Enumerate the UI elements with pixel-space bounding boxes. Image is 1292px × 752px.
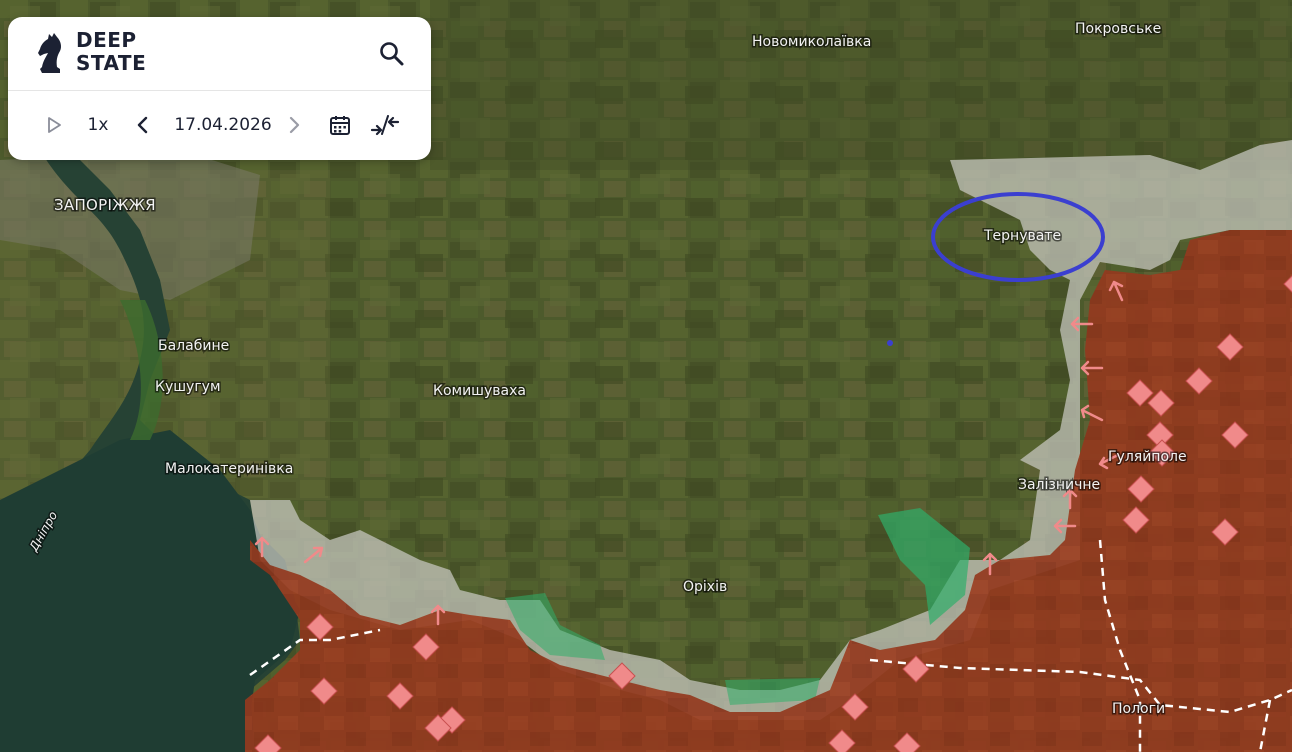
playback-speed-button[interactable]: 1x [86,111,110,139]
collapse-arrows-icon [370,115,400,136]
chevron-left-icon [137,116,148,134]
previous-date-button[interactable] [134,111,152,139]
search-icon [380,42,404,66]
terrain-north-tint [430,0,1292,170]
place-label-komyshuvakha: Комишуваха [433,383,526,399]
place-label-novomykolaivka: Новомиколаївка [752,34,871,50]
search-button[interactable] [379,41,405,67]
calendar-icon [330,116,350,135]
place-label-huliaipole: Гуляйполе [1108,449,1187,465]
brand-line-2: STATE [76,51,147,75]
next-date-button[interactable] [285,111,303,139]
compare-button[interactable] [370,111,400,139]
place-label-kushuhum: Кушугум [155,379,221,395]
timeline-controls: 1x 17.04.2026 [8,91,431,160]
brand-line-1: DEEP [76,28,137,52]
panel-header: DEEP STATE [8,17,431,91]
place-label-ternuvate: Тернувате [983,228,1061,244]
brand-name: DEEP STATE [76,29,146,75]
location-dot [887,340,893,346]
calendar-button[interactable] [328,111,352,139]
deepstate-logo[interactable]: DEEP STATE [36,29,146,79]
play-icon [48,117,61,133]
place-label-zaliznychne: Залізничне [1018,477,1100,493]
place-label-orikhiv: Оріхів [683,579,727,595]
place-label-pokrovske: Покровське [1075,21,1161,37]
place-label-malokaterynivka: Малокатеринівка [165,461,293,477]
place-label-balabyne: Балабине [158,338,229,354]
current-date[interactable]: 17.04.2026 [171,111,275,139]
knight-chess-piece-icon [38,33,61,73]
place-label-polohy: Пологи [1112,701,1165,717]
control-panel: DEEP STATE 1x 17.04.2026 [8,17,431,160]
chevron-right-icon [289,116,300,134]
play-button[interactable] [44,111,64,139]
place-label-zaporizhzhia: ЗАПОРІЖЖЯ [54,196,156,214]
